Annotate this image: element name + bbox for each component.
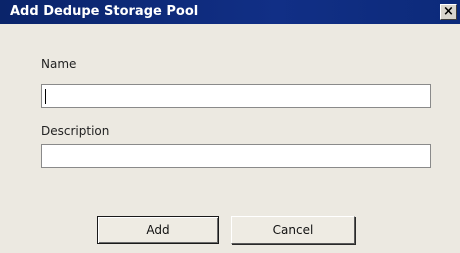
dialog-title: Add Dedupe Storage Pool [10, 4, 199, 19]
cancel-button[interactable]: Cancel [231, 216, 355, 244]
add-dedupe-storage-pool-dialog: Add Dedupe Storage Pool × Name Descripti… [0, 0, 460, 253]
text-cursor [45, 89, 46, 104]
description-label: Description [41, 124, 110, 138]
close-button[interactable]: × [440, 4, 457, 20]
title-bar[interactable]: Add Dedupe Storage Pool × [0, 0, 460, 24]
name-label: Name [41, 57, 77, 71]
description-field[interactable] [41, 144, 431, 168]
add-button[interactable]: Add [97, 216, 219, 244]
close-icon: × [443, 4, 454, 19]
name-field[interactable] [41, 84, 431, 108]
